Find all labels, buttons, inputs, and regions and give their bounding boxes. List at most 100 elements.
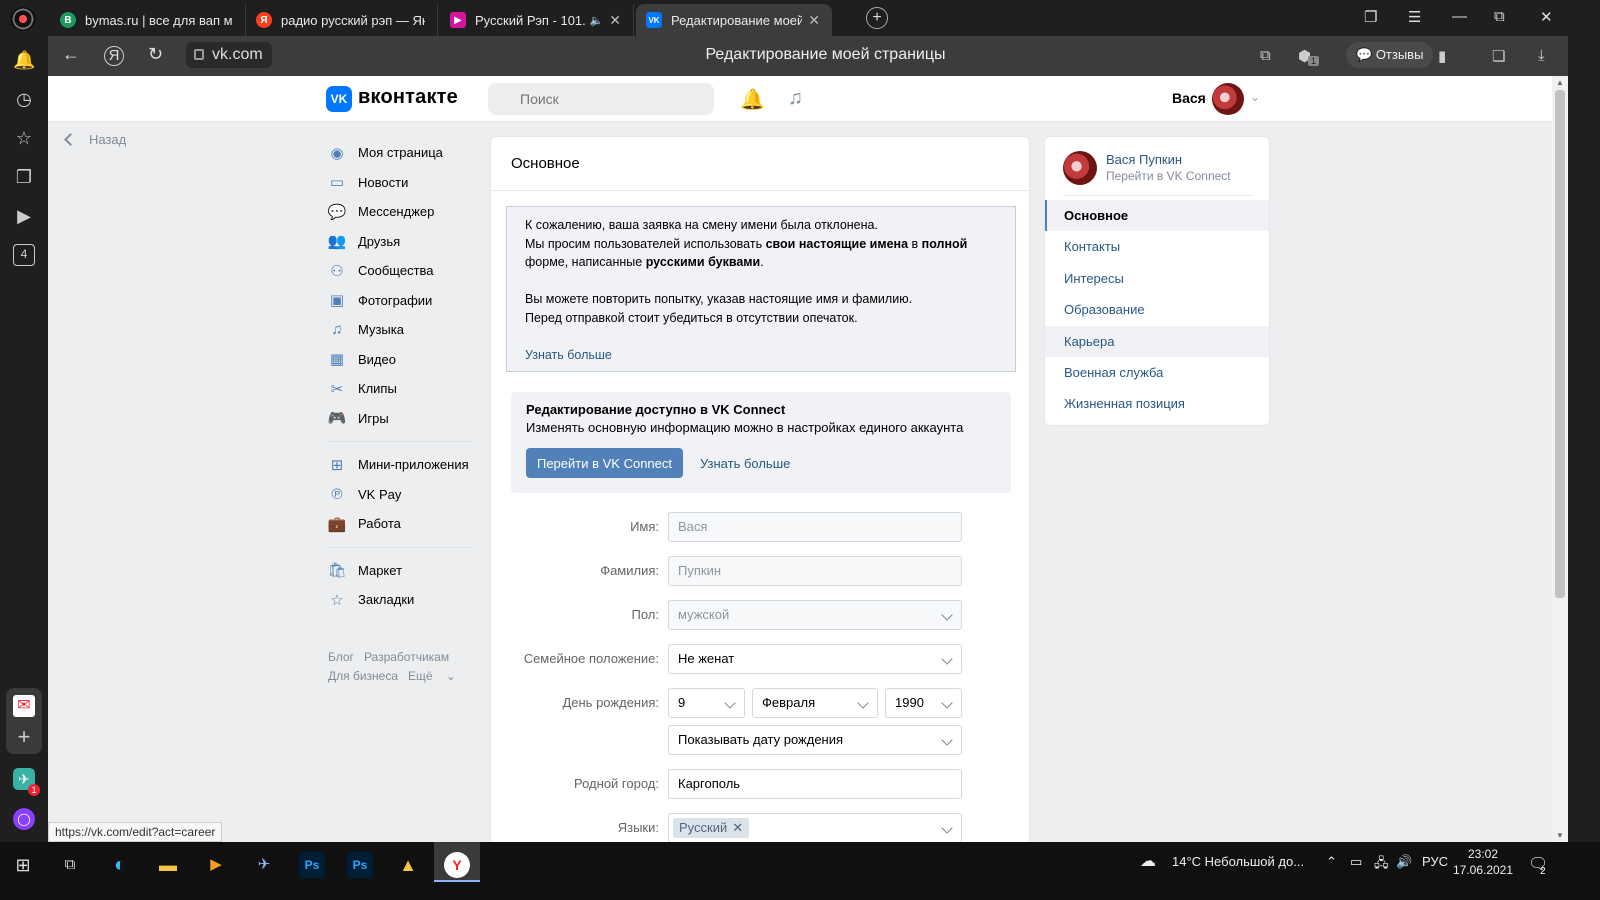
gender-select[interactable]: мужской: [668, 600, 962, 630]
footer-link-dev[interactable]: Разработчикам: [364, 650, 449, 664]
tabs-panel-icon[interactable]: ❐: [1364, 8, 1377, 26]
menu-item-bookmarks[interactable]: ☆ Закладки: [328, 585, 478, 615]
restore-icon[interactable]: ⧉: [1494, 8, 1505, 25]
yandex-browser-icon[interactable]: Y: [444, 852, 470, 878]
nav-interests[interactable]: Интересы: [1045, 263, 1269, 294]
learn-more-link[interactable]: Узнать больше: [525, 348, 612, 362]
last-name-field[interactable]: Пупкин: [668, 556, 962, 586]
photoshop-icon[interactable]: Ps: [347, 852, 373, 878]
menu-item-friends[interactable]: 👥 Друзья: [328, 227, 478, 257]
media-play-icon[interactable]: ▶: [13, 205, 35, 227]
vk-connect-link[interactable]: Перейти в VK Connect: [1106, 169, 1231, 183]
reload-icon[interactable]: ↻: [148, 44, 163, 65]
menu-item-mini-apps[interactable]: ⊞ Мини-приложения: [328, 450, 478, 480]
remove-tag-icon[interactable]: ✕: [732, 814, 743, 842]
collections-icon[interactable]: ❏: [1492, 47, 1505, 65]
nav-life-position[interactable]: Жизненная позиция: [1045, 388, 1269, 419]
tab-yandex-radio[interactable]: Я радио русский рэп — Янд: [246, 4, 438, 36]
header-user-name[interactable]: Вася: [1172, 90, 1206, 106]
history-clock-icon[interactable]: ◷: [13, 88, 35, 110]
favorites-star-icon[interactable]: ☆: [13, 127, 35, 149]
menu-item-messenger[interactable]: 💬 Мессенджер: [328, 197, 478, 227]
marital-status-select[interactable]: Не женат: [668, 644, 962, 674]
sound-playing-icon[interactable]: 🔈: [590, 14, 604, 27]
back-link[interactable]: Назад: [64, 132, 126, 147]
chevron-up-icon[interactable]: ⌃: [1326, 854, 1337, 870]
profile-name-link[interactable]: Вася Пупкин: [1106, 152, 1182, 167]
tab-groups-icon[interactable]: ⧉: [1260, 47, 1271, 64]
task-view-icon[interactable]: ⧉: [57, 852, 83, 878]
avatar[interactable]: [1212, 83, 1244, 115]
edge-browser-icon[interactable]: ◐: [107, 852, 133, 878]
menu-item-vk-pay[interactable]: ℗ VK Pay: [328, 480, 478, 510]
downloads-icon[interactable]: ⤓: [1538, 47, 1545, 64]
birthday-month-select[interactable]: Февраля: [752, 688, 878, 718]
network-tool-icon[interactable]: ✈: [251, 852, 277, 878]
add-app-icon[interactable]: +: [13, 726, 35, 748]
alice-assistant-icon[interactable]: ◯: [13, 808, 35, 830]
first-name-field[interactable]: Вася: [668, 512, 962, 542]
hometown-field[interactable]: Каргополь: [668, 769, 962, 799]
connect-learn-more-link[interactable]: Узнать больше: [700, 456, 790, 471]
languages-select[interactable]: Русский ✕: [668, 813, 962, 842]
browser-menu-icon[interactable]: [10, 7, 36, 31]
close-tab-icon[interactable]: ✕: [808, 12, 820, 29]
scrollbar-thumb[interactable]: [1555, 90, 1565, 598]
nav-main[interactable]: Основное: [1045, 200, 1269, 232]
footer-link-business[interactable]: Для бизнеса: [328, 669, 398, 683]
nav-career[interactable]: Карьера: [1045, 325, 1269, 357]
close-window-icon[interactable]: ✕: [1540, 8, 1553, 26]
menu-item-clips[interactable]: ✂ Клипы: [328, 374, 478, 404]
nav-education[interactable]: Образование: [1045, 294, 1269, 325]
vk-logo-icon[interactable]: VK: [326, 86, 352, 112]
mail-app-icon[interactable]: ✉: [13, 695, 35, 717]
menu-item-communities[interactable]: ⚇ Сообщества: [328, 256, 478, 286]
nav-contacts[interactable]: Контакты: [1045, 231, 1269, 262]
tab-bymas[interactable]: B bymas.ru | все для вап мас: [50, 4, 246, 36]
media-player-icon[interactable]: ▶: [203, 852, 229, 878]
warning-app-icon[interactable]: ▲: [395, 852, 421, 878]
birthday-visibility-select[interactable]: Показывать дату рождения: [668, 725, 962, 755]
menu-item-games[interactable]: 🎮 Игры: [328, 404, 478, 434]
avatar[interactable]: [1063, 151, 1097, 185]
volume-icon[interactable]: 🔊: [1396, 854, 1412, 870]
birthday-day-select[interactable]: 9: [668, 688, 745, 718]
menu-item-news[interactable]: ▭ Новости: [328, 168, 478, 198]
counter-badge[interactable]: 4: [13, 244, 35, 266]
weather-text[interactable]: 14°C Небольшой до...: [1172, 854, 1304, 869]
browser-menu-button[interactable]: ☰: [1408, 8, 1421, 26]
network-icon[interactable]: 🖧: [1374, 854, 1389, 876]
vk-brand[interactable]: вконтакте: [358, 86, 458, 109]
chevron-down-icon[interactable]: ⌄: [1250, 90, 1260, 104]
close-tab-icon[interactable]: ✕: [609, 12, 621, 29]
tab-vk-edit[interactable]: VK Редактирование моей с ✕: [636, 4, 832, 36]
notifications-bell-icon[interactable]: 🔔: [740, 87, 765, 112]
scroll-down-icon[interactable]: ▼: [1556, 831, 1564, 840]
photoshop-icon[interactable]: Ps: [299, 852, 325, 878]
menu-item-music[interactable]: ♫ Музыка: [328, 315, 478, 345]
windows-start-icon[interactable]: ⊞: [10, 852, 36, 878]
footer-link-blog[interactable]: Блог: [328, 650, 354, 664]
battery-icon[interactable]: ▭: [1350, 854, 1362, 870]
music-note-icon[interactable]: ♫: [788, 87, 803, 110]
file-explorer-icon[interactable]: ▬: [155, 852, 181, 878]
notifications-bell-icon[interactable]: 🔔: [13, 49, 35, 71]
extensions-icon[interactable]: ⬢ 1: [1298, 47, 1320, 66]
menu-item-market[interactable]: 🛍 Маркет: [327, 556, 478, 586]
birthday-year-select[interactable]: 1990: [885, 688, 962, 718]
menu-item-video[interactable]: ▦ Видео: [328, 345, 478, 375]
menu-item-work[interactable]: 💼 Работа: [328, 509, 478, 539]
search-input[interactable]: [488, 83, 714, 115]
back-arrow-icon[interactable]: ←: [62, 44, 80, 65]
minimize-icon[interactable]: —: [1452, 8, 1467, 25]
go-to-vk-connect-button[interactable]: Перейти в VK Connect: [526, 448, 683, 478]
new-tab-button[interactable]: +: [866, 7, 888, 29]
clock[interactable]: 23:02 17.06.2021: [1450, 846, 1516, 878]
tab-101ru[interactable]: ▶ Русский Рэп - 101.ru 🔈 ✕: [440, 4, 634, 36]
url-field[interactable]: vk.com: [186, 42, 272, 68]
nav-military[interactable]: Военная служба: [1045, 357, 1269, 388]
bookmark-icon[interactable]: ▮: [1438, 47, 1446, 65]
menu-item-photos[interactable]: ▣ Фотографии: [328, 286, 478, 316]
footer-link-more[interactable]: Ещё ⌄: [408, 669, 466, 683]
collections-icon[interactable]: ❐: [13, 166, 35, 188]
